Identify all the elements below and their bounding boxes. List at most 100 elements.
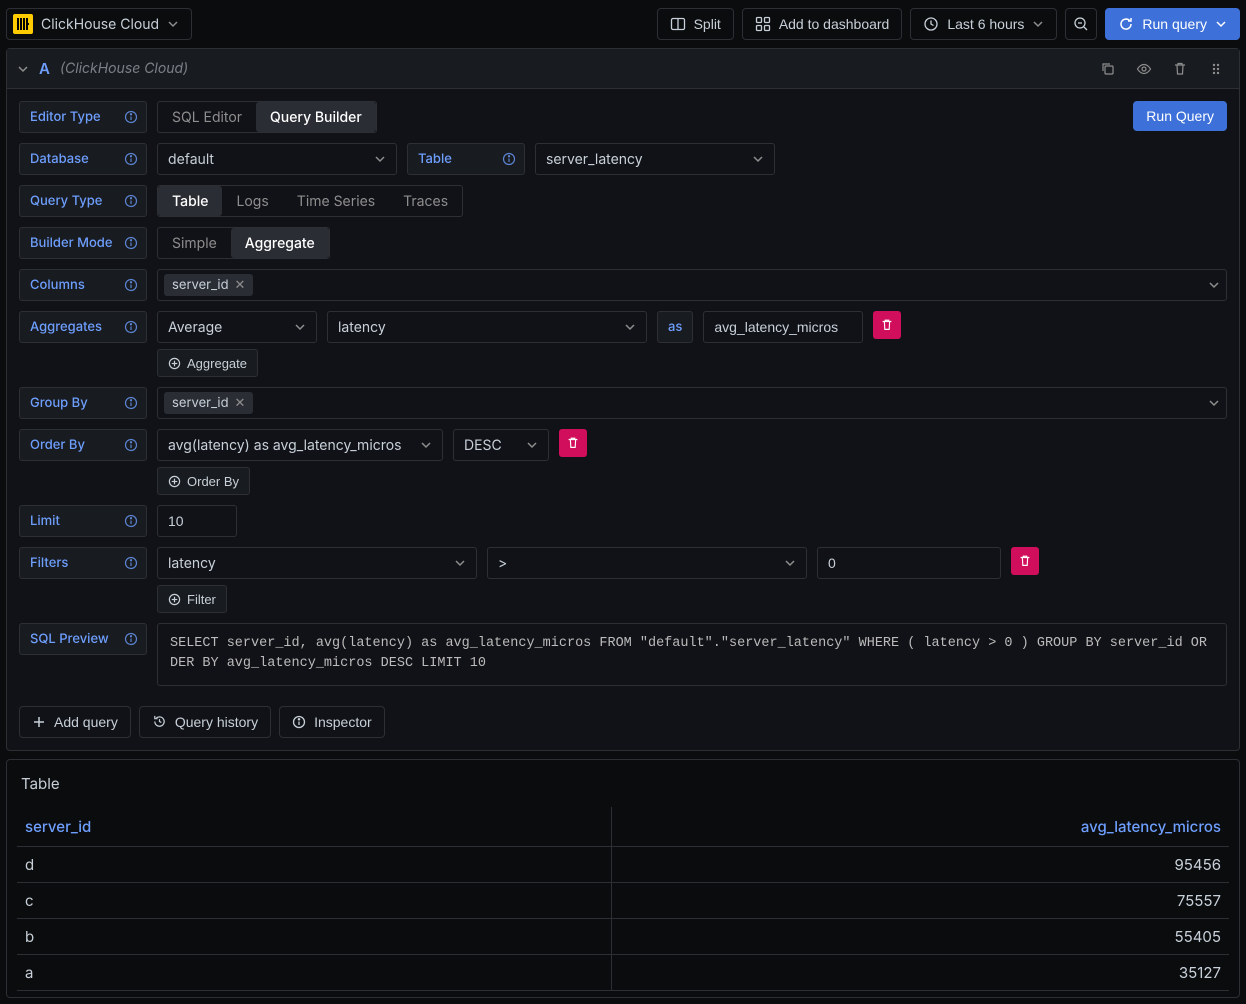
chevron-down-icon [454,557,466,569]
chevron-down-icon [1208,279,1220,291]
chevron-down-icon [784,557,796,569]
query-letter: A [39,59,50,78]
order-by-expr-select[interactable]: avg(latency) as avg_latency_micros [157,429,443,461]
aggregate-column-select[interactable]: latency [327,311,647,343]
sql-preview-box: SELECT server_id, avg(latency) as avg_la… [157,623,1227,686]
time-range-picker[interactable]: Last 6 hours [910,8,1057,40]
copy-icon[interactable] [1095,56,1121,82]
table-row: d95456 [17,846,1229,882]
aggregate-alias-input[interactable] [703,311,863,343]
order-by-dir-select[interactable]: DESC [453,429,549,461]
info-icon[interactable] [124,194,138,208]
as-label: as [657,311,693,343]
group-by-input[interactable]: server_id ✕ [157,387,1227,419]
info-icon[interactable] [124,110,138,124]
info-icon[interactable] [124,278,138,292]
add-filter-button[interactable]: Filter [157,585,227,613]
chevron-down-icon [420,439,432,451]
info-icon[interactable] [124,236,138,250]
delete-filter-button[interactable] [1011,547,1039,575]
query-type-timeseries[interactable]: Time Series [283,186,389,216]
aggregate-func-select[interactable]: Average [157,311,317,343]
trash-icon [566,436,580,450]
label-columns: Columns [19,269,147,301]
trash-icon[interactable] [1167,56,1193,82]
collapse-toggle[interactable] [17,63,29,75]
query-type-traces[interactable]: Traces [389,186,462,216]
builder-mode-aggregate[interactable]: Aggregate [231,228,329,258]
label-order-by: Order By [19,429,147,461]
col-header-server-id[interactable]: server_id [17,807,611,847]
label-builder-mode: Builder Mode [19,227,147,259]
label-group-by: Group By [19,387,147,419]
sync-icon [1118,16,1134,32]
editor-type-sql[interactable]: SQL Editor [158,102,256,132]
label-aggregates: Aggregates [19,311,147,343]
label-database: Database [19,143,147,175]
info-icon[interactable] [124,556,138,570]
builder-mode-toggle: Simple Aggregate [157,227,330,259]
label-sql-preview: SQL Preview [19,623,147,655]
columns-input[interactable]: server_id ✕ [157,269,1227,301]
inspector-button[interactable]: Inspector [279,706,385,738]
run-query-button[interactable]: Run query [1105,8,1240,40]
query-name[interactable]: (ClickHouse Cloud) [60,60,188,77]
results-title: Table [21,774,1229,793]
results-table: server_id avg_latency_micros d95456 c755… [17,807,1229,991]
builder-mode-simple[interactable]: Simple [158,228,231,258]
trash-icon [1018,554,1032,568]
table-row: c75557 [17,882,1229,918]
col-header-avg-latency[interactable]: avg_latency_micros [612,807,1229,847]
table-select[interactable]: server_latency [535,143,775,175]
chevron-down-icon [1215,18,1227,30]
delete-aggregate-button[interactable] [873,311,901,339]
eye-icon[interactable] [1131,56,1157,82]
delete-orderby-button[interactable] [559,429,587,457]
add-orderby-button[interactable]: Order By [157,467,250,495]
run-query-inline-button[interactable]: Run Query [1133,101,1227,131]
info-icon[interactable] [124,396,138,410]
zoom-out-button[interactable] [1065,8,1097,40]
editor-type-toggle: SQL Editor Query Builder [157,101,377,133]
info-icon[interactable] [124,152,138,166]
filter-op-select[interactable]: > [487,547,807,579]
label-editor-type: Editor Type [19,101,147,133]
plus-circle-icon [168,593,181,606]
info-icon[interactable] [124,320,138,334]
remove-tag-icon[interactable]: ✕ [235,277,246,293]
plus-icon [32,715,46,729]
editor-type-builder[interactable]: Query Builder [256,102,376,132]
table-row: b55405 [17,918,1229,954]
remove-tag-icon[interactable]: ✕ [235,395,246,411]
chevron-down-icon [752,153,764,165]
query-type-logs[interactable]: Logs [222,186,282,216]
info-icon[interactable] [124,438,138,452]
chevron-down-icon [167,18,179,30]
query-history-button[interactable]: Query history [139,706,271,738]
chevron-down-icon [624,321,636,333]
label-table: Table [407,143,525,175]
results-panel: Table server_id avg_latency_micros d9545… [6,759,1240,998]
query-type-toggle: Table Logs Time Series Traces [157,185,463,217]
add-to-dashboard-button[interactable]: Add to dashboard [742,8,903,40]
filter-column-select[interactable]: latency [157,547,477,579]
trash-icon [880,318,894,332]
add-query-button[interactable]: Add query [19,706,131,738]
limit-input[interactable] [157,505,237,537]
database-select[interactable]: default [157,143,397,175]
datasource-picker[interactable]: ClickHouse Cloud [6,8,192,40]
drag-handle-icon[interactable] [1203,56,1229,82]
query-type-table[interactable]: Table [158,186,222,216]
info-icon[interactable] [502,152,516,166]
info-icon [292,715,306,729]
info-icon[interactable] [124,514,138,528]
info-icon[interactable] [124,632,138,646]
add-aggregate-button[interactable]: Aggregate [157,349,258,377]
split-button[interactable]: Split [657,8,734,40]
zoom-out-icon [1073,16,1089,32]
filter-value-input[interactable] [817,547,1001,579]
history-icon [152,714,167,729]
chevron-down-icon [1208,397,1220,409]
chevron-down-icon [1032,18,1044,30]
dashboard-icon [755,16,771,32]
